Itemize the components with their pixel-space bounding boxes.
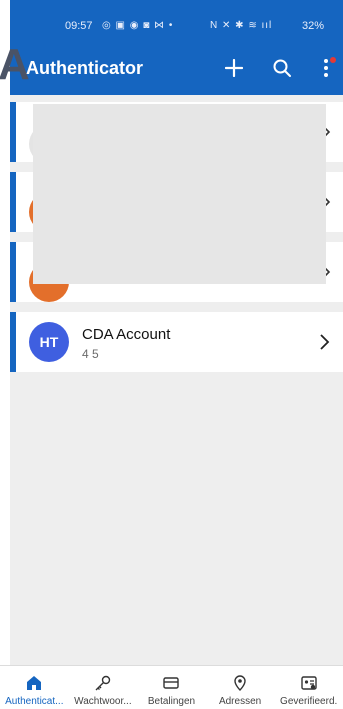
nav-label: Geverifieerd. <box>280 696 338 707</box>
row-accent-bar <box>10 172 16 232</box>
app-header: 09:57 ◎ ▣ ◉ ◙ ⋈ • N ✕ ✱ ≋ ııl 32% Authen… <box>10 0 343 95</box>
avatar-initials: HT <box>39 334 59 350</box>
row-accent-bar <box>10 102 16 162</box>
nav-passwords[interactable]: Wachtwoor... <box>69 666 138 709</box>
status-bar: 09:57 ◎ ▣ ◉ ◙ ⋈ • N ✕ ✱ ≋ ııl 32% <box>10 0 343 40</box>
search-button[interactable] <box>268 54 296 82</box>
bottom-navigation: Authenticat... Wachtwoor... Betalingen A… <box>0 665 343 709</box>
page-title: Authenticator <box>26 58 143 78</box>
location-icon <box>234 675 246 691</box>
home-icon <box>27 676 42 690</box>
nav-label: Authenticat... <box>5 696 64 707</box>
notification-dot <box>330 57 336 63</box>
status-right-icons: N ✕ ✱ ≋ ııl <box>210 20 273 31</box>
add-account-button[interactable] <box>220 54 248 82</box>
key-icon <box>95 675 111 691</box>
nav-label: Betalingen <box>147 696 196 707</box>
account-email: 4 5 <box>82 347 99 361</box>
card-icon <box>163 677 180 689</box>
more-options-button[interactable] <box>312 54 340 82</box>
account-row[interactable]: HT CDA Account 4 5 <box>10 312 343 372</box>
account-name: CDA Account <box>82 326 171 343</box>
status-time: 09:57 <box>65 20 93 32</box>
nav-verified-ids[interactable]: Geverifieerd. <box>274 666 343 709</box>
nav-addresses[interactable]: Adressen <box>206 666 275 709</box>
avatar: HT <box>29 322 69 362</box>
more-vertical-icon <box>324 59 328 77</box>
overlay-letter: A <box>0 40 30 89</box>
status-left-icons: ◎ ▣ ◉ ◙ ⋈ • <box>102 20 174 31</box>
search-icon <box>273 59 291 77</box>
plus-icon <box>225 59 243 77</box>
row-accent-bar <box>10 242 16 302</box>
row-accent-bar <box>10 312 16 372</box>
nav-label: Wachtwoor... <box>74 696 132 707</box>
redaction-box <box>33 104 326 284</box>
nav-payments[interactable]: Betalingen <box>137 666 206 709</box>
nav-label: Adressen <box>218 696 262 707</box>
id-card-icon <box>300 676 317 690</box>
nav-authenticator[interactable]: Authenticat... <box>0 666 69 709</box>
chevron-right-icon <box>320 334 330 350</box>
battery-level: 32% <box>302 20 325 32</box>
